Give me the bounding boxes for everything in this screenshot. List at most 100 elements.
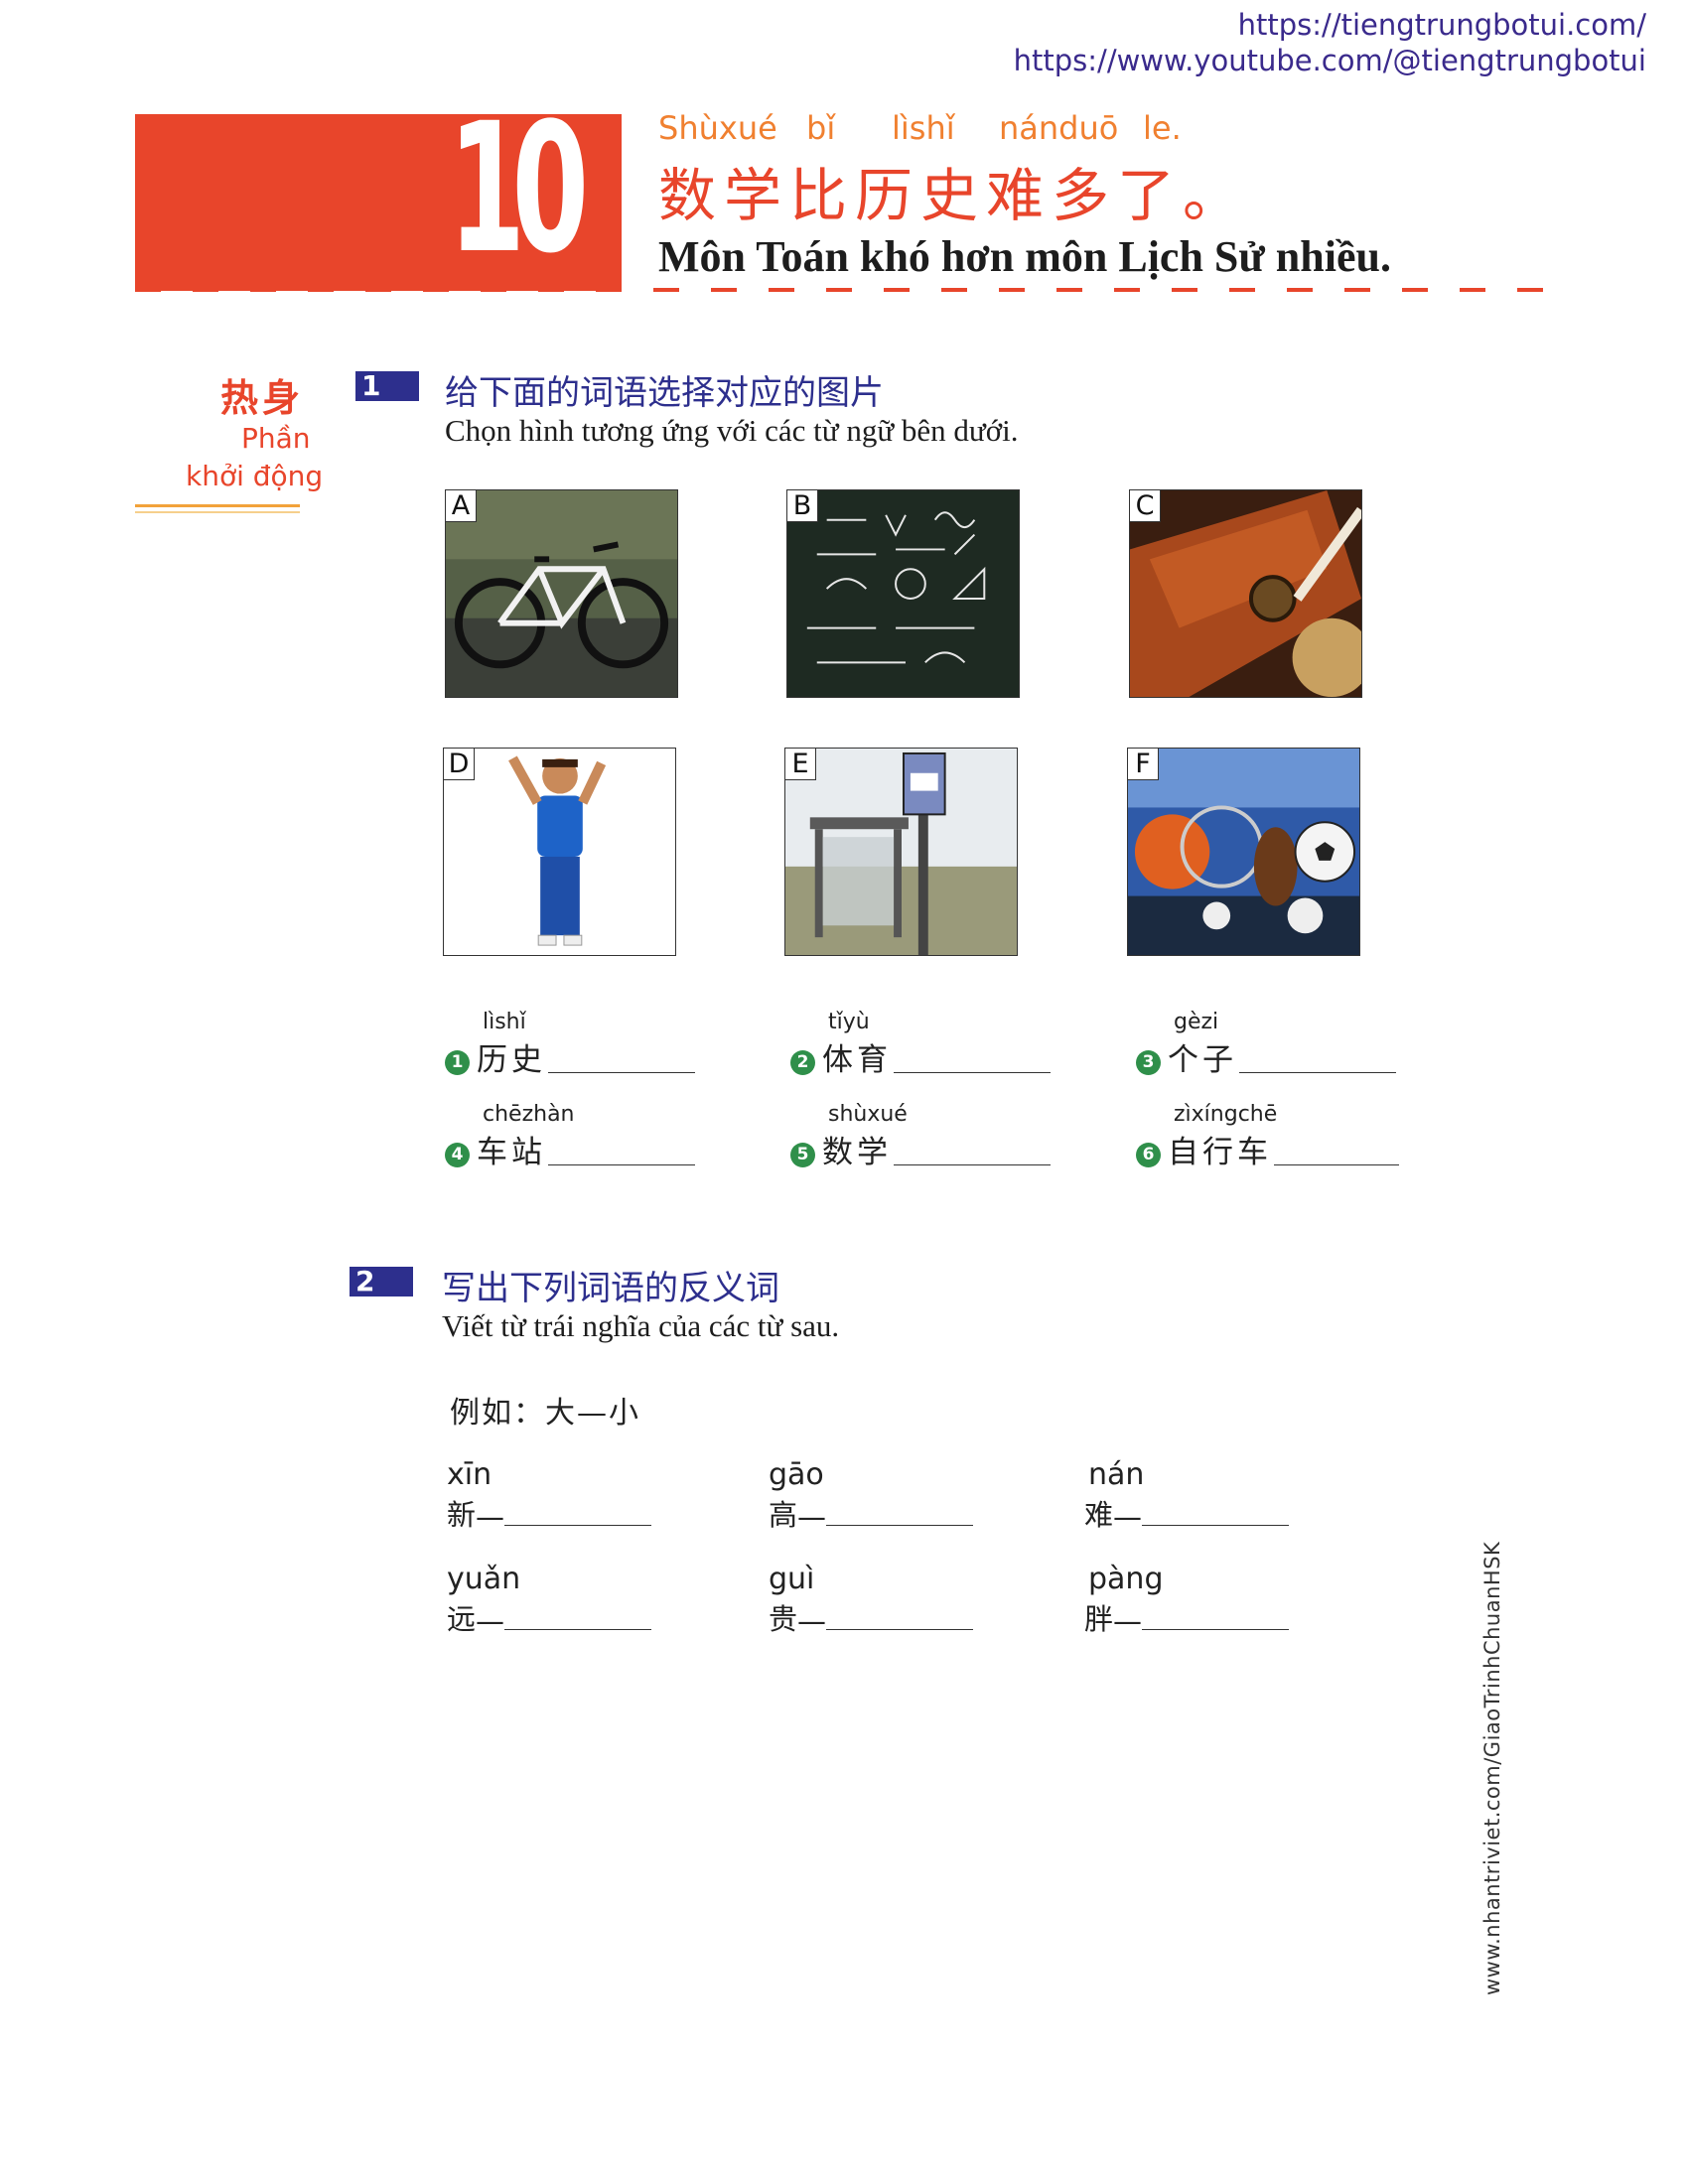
picture-b-blackboard: B: [786, 489, 1020, 698]
warmup-underline: [135, 504, 300, 507]
vocab-number: 2: [790, 1050, 815, 1075]
child-icon: [444, 749, 675, 955]
antonym-dash: —: [797, 1500, 827, 1534]
lesson-title-chinese: 数学比历史难多了。: [658, 162, 1249, 229]
section-2-instruction-vietnamese: Viết từ trái nghĩa của các từ sau.: [442, 1308, 840, 1343]
section-1-instruction-chinese: 给下面的词语选择对应的图片: [445, 373, 884, 413]
bicycle-icon: [446, 490, 677, 697]
antonym-hanzi: 胖: [1084, 1602, 1114, 1636]
picture-c-history: C: [1129, 489, 1362, 698]
warmup-label-chinese: 热身: [220, 376, 305, 420]
answer-blank[interactable]: [1239, 1070, 1396, 1073]
antonym-pinyin: pàng: [1088, 1562, 1164, 1596]
antonym-dash: —: [1113, 1604, 1143, 1638]
title-pinyin-3: lìshǐ: [892, 109, 955, 147]
antonym-hanzi: 远: [447, 1602, 477, 1636]
website-link[interactable]: https://tiengtrungbotui.com/: [1238, 8, 1646, 42]
vocab-number: 5: [790, 1143, 815, 1167]
warmup-label-vi-line2: khởi động: [186, 460, 324, 492]
vocab-pinyin: tǐyù: [828, 1010, 870, 1034]
bus-stop-icon: [785, 749, 1017, 955]
vocab-pinyin: shùxué: [828, 1102, 908, 1127]
answer-blank[interactable]: [548, 1070, 695, 1073]
picture-label: D: [444, 749, 475, 780]
antonym-hanzi: 新: [447, 1498, 477, 1532]
vocab-pinyin: gèzi: [1174, 1010, 1219, 1034]
antonym-example: 例如：大—小: [450, 1396, 640, 1431]
picture-e-bus-stop: E: [784, 748, 1018, 956]
vocab-pinyin: zìxíngchē: [1174, 1102, 1278, 1127]
sports-balls-icon: [1128, 749, 1359, 955]
vocab-item: shùxué 5 数学: [790, 1102, 1051, 1171]
title-pinyin-4: nánduō: [999, 109, 1119, 147]
vocab-item: lìshǐ 1 历史: [445, 1010, 695, 1079]
vocab-number: 1: [445, 1050, 470, 1075]
picture-label: A: [446, 490, 477, 522]
picture-a-bicycle: A: [445, 489, 678, 698]
vocab-item: chēzhàn 4 车站: [445, 1102, 695, 1171]
answer-blank[interactable]: [894, 1070, 1051, 1073]
answer-blank[interactable]: [504, 1525, 652, 1526]
warmup-label-vi-line1: Phần: [241, 422, 311, 455]
antonym-pinyin: guì: [769, 1562, 815, 1596]
answer-blank[interactable]: [826, 1629, 974, 1630]
antonym-dash: —: [476, 1500, 505, 1534]
section-1-instruction-vietnamese: Chọn hình tương ứng với các từ ngữ bên d…: [445, 413, 1019, 448]
picture-d-child: D: [443, 748, 676, 956]
antonym-pinyin: nán: [1088, 1457, 1145, 1492]
vocab-item: zìxíngchē 6 自行车: [1136, 1102, 1399, 1171]
vocab-number: 4: [445, 1143, 470, 1167]
antonym-pinyin: xīn: [447, 1457, 492, 1492]
answer-blank[interactable]: [504, 1629, 652, 1630]
title-pinyin-1: Shùxué: [658, 109, 777, 147]
answer-blank[interactable]: [894, 1162, 1051, 1165]
section-2-number: 2: [350, 1267, 413, 1297]
antonym-item: gāo 高 —: [769, 1457, 974, 1534]
antonym-hanzi: 贵: [769, 1602, 798, 1636]
antonym-hanzi: 高: [769, 1498, 798, 1532]
antonym-item: pàng 胖 —: [1084, 1562, 1290, 1638]
vocab-number: 3: [1136, 1050, 1161, 1075]
antonym-dash: —: [476, 1604, 505, 1638]
header-dashed-rule: [135, 288, 1555, 292]
picture-label: C: [1130, 490, 1161, 522]
warmup-underline-light: [135, 511, 300, 513]
vocab-item: gèzi 3 个子: [1136, 1010, 1396, 1079]
vocab-pinyin: chēzhàn: [483, 1102, 575, 1127]
antonym-item: xīn 新 —: [447, 1457, 652, 1534]
antonym-pinyin: yuǎn: [447, 1562, 521, 1596]
answer-blank[interactable]: [1274, 1162, 1399, 1165]
vocab-item: tǐyù 2 体育: [790, 1010, 1051, 1079]
title-pinyin-5: le.: [1143, 109, 1182, 147]
antonym-item: yuǎn 远 —: [447, 1562, 652, 1638]
vocab-hanzi: 自行车: [1168, 1135, 1272, 1170]
picture-label: B: [787, 490, 818, 522]
history-book-icon: [1130, 490, 1361, 697]
antonym-hanzi: 难: [1084, 1498, 1114, 1532]
blackboard-icon: [787, 490, 1019, 697]
antonym-pinyin: gāo: [769, 1457, 824, 1492]
answer-blank[interactable]: [826, 1525, 974, 1526]
antonym-item: nán 难 —: [1084, 1457, 1290, 1534]
vocab-pinyin: lìshǐ: [483, 1010, 526, 1034]
vocab-hanzi: 个子: [1168, 1042, 1237, 1078]
vocab-hanzi: 车站: [477, 1135, 546, 1170]
answer-blank[interactable]: [548, 1162, 695, 1165]
answer-blank[interactable]: [1142, 1629, 1290, 1630]
antonym-dash: —: [1113, 1500, 1143, 1534]
antonym-dash: —: [797, 1604, 827, 1638]
vocab-hanzi: 数学: [822, 1135, 892, 1170]
antonym-item: guì 贵 —: [769, 1562, 974, 1638]
lesson-number: 10: [448, 85, 589, 293]
vocab-number: 6: [1136, 1143, 1161, 1167]
lesson-title-vietnamese: Môn Toán khó hơn môn Lịch Sử nhiều.: [658, 232, 1391, 281]
section-1-number: 1: [355, 371, 419, 401]
picture-label: E: [785, 749, 816, 780]
title-pinyin-2: bǐ: [806, 109, 836, 147]
publisher-url: www.nhantriviet.com/GiaoTrinhChuanHSK: [1480, 1541, 1504, 1995]
youtube-link[interactable]: https://www.youtube.com/@tiengtrungbotui: [1014, 44, 1646, 77]
answer-blank[interactable]: [1142, 1525, 1290, 1526]
picture-f-sports: F: [1127, 748, 1360, 956]
section-2-instruction-chinese: 写出下列词语的反义词: [442, 1269, 779, 1308]
picture-label: F: [1128, 749, 1159, 780]
